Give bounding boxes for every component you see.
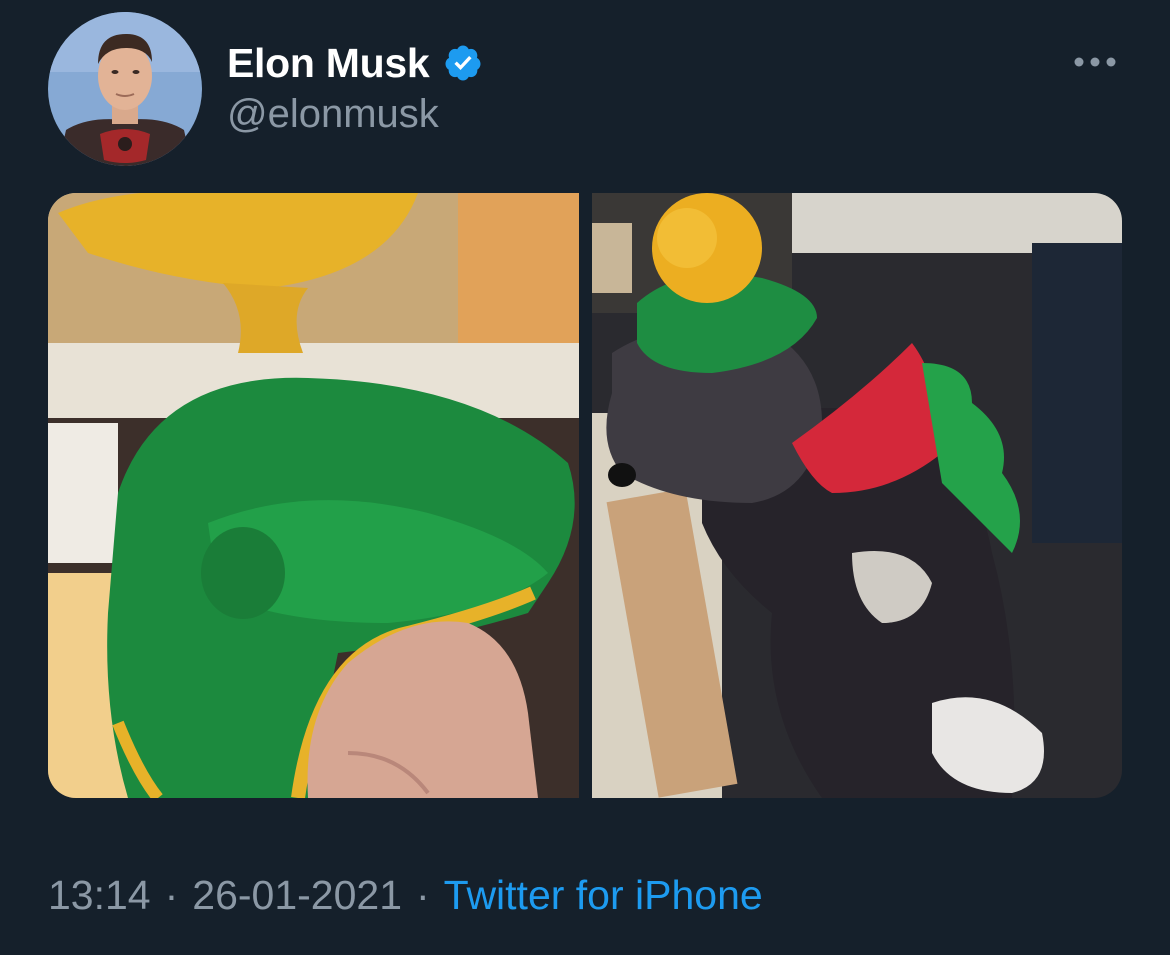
tweet-source-link[interactable]: Twitter for iPhone: [444, 872, 763, 919]
author-handle[interactable]: @elonmusk: [227, 92, 439, 137]
author-name-row: Elon Musk: [227, 38, 483, 88]
display-name[interactable]: Elon Musk: [227, 40, 430, 87]
more-horizontal-icon[interactable]: [1070, 50, 1120, 74]
photo-crocheted-hat[interactable]: [48, 193, 579, 798]
tweet-date[interactable]: 26-01-2021: [192, 872, 402, 919]
tweet-time[interactable]: 13:14: [48, 872, 151, 919]
media-grid: [48, 193, 1122, 798]
meta-separator: ·: [164, 872, 179, 918]
meta-separator: ·: [416, 872, 430, 918]
tweet-card: Elon Musk @elonmusk 13:14 · 26-01-2021 ·…: [0, 0, 1170, 955]
verified-badge-icon: [443, 43, 483, 83]
avatar[interactable]: [48, 12, 202, 166]
tweet-meta: 13:14 · 26-01-2021 · Twitter for iPhone: [48, 872, 763, 919]
photo-dog-in-hat[interactable]: [591, 193, 1123, 798]
